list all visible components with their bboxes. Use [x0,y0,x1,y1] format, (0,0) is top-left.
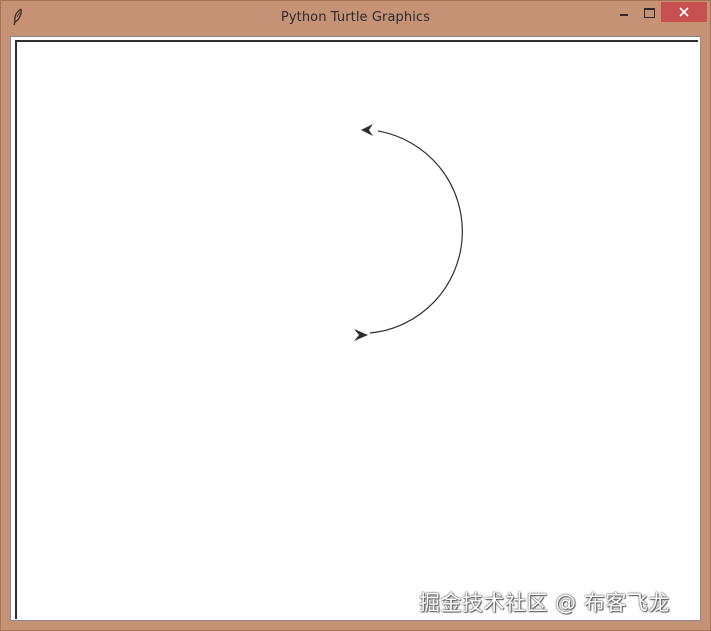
turtle-canvas[interactable] [15,40,698,619]
watermark-text: 掘金技术社区 @ 布客飞龙 [419,591,670,615]
maximize-button[interactable] [637,2,663,22]
turtle-cursor-icon [361,124,373,136]
arrow-cursor-icon [354,329,368,341]
window-title: Python Turtle Graphics [280,10,431,25]
window-client-area [10,36,701,621]
maximize-icon [644,8,655,18]
minimize-button[interactable] [611,2,637,22]
close-button[interactable] [661,2,707,22]
close-icon [679,7,689,17]
turtle-window: Python Turtle Graphics 掘金技术社区 @ 布客飞龙 [0,0,711,631]
title-bar[interactable]: Python Turtle Graphics [1,1,710,35]
turtle-drawing [354,124,463,341]
minimize-icon [620,14,628,16]
turtle-arc-path [369,130,463,334]
